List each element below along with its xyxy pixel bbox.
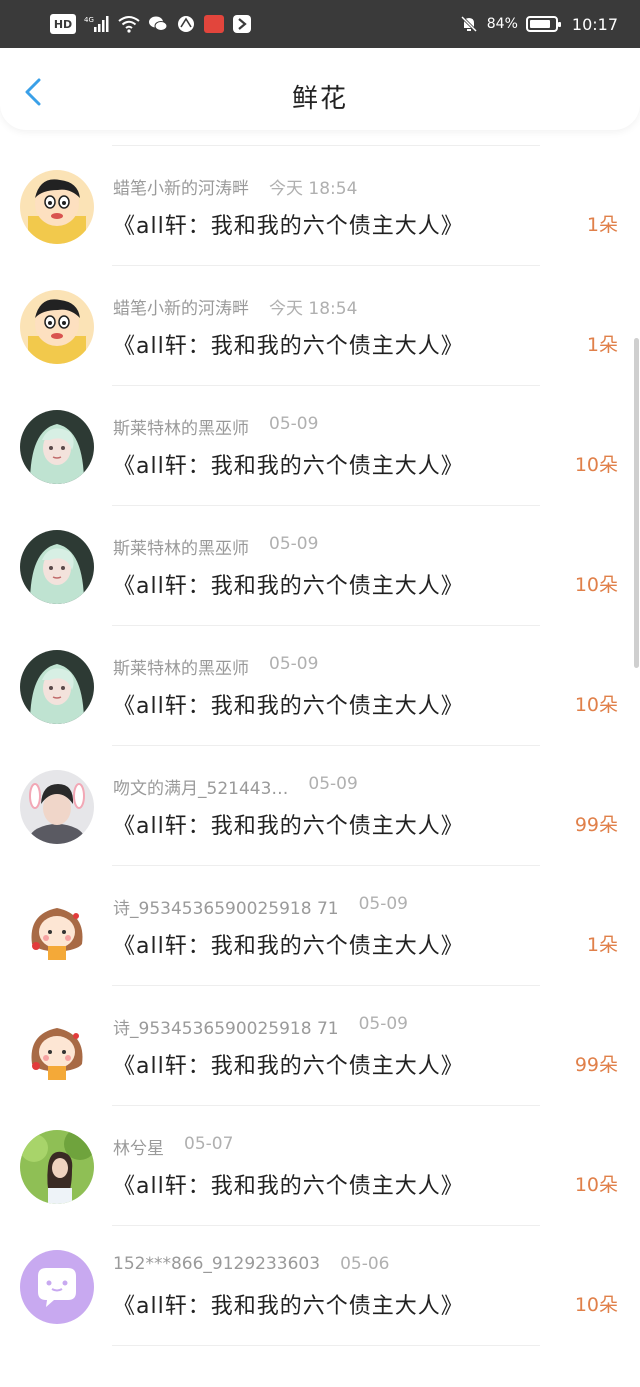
list-item[interactable]: 蜡笔小新的河涛畔今天 18:54 《all轩：我和我的六个债主大人》 1朵 bbox=[0, 266, 640, 386]
book-title[interactable]: 《all轩：我和我的六个债主大人》 bbox=[113, 1048, 464, 1080]
list-item[interactable]: 斯莱特林的黑巫师 05-09 《all轩：我和我的六个债主大人》 10朵 bbox=[0, 506, 640, 626]
timestamp: 05-09 bbox=[308, 774, 358, 794]
mute-icon bbox=[459, 14, 479, 34]
item-meta: 152***866_9129233603 05-06 bbox=[113, 1254, 389, 1274]
red-app-icon bbox=[204, 15, 224, 33]
book-title[interactable]: 《all轩：我和我的六个债主大人》 bbox=[113, 448, 464, 480]
list-item[interactable]: 林兮星 05-07 《all轩：我和我的六个债主大人》 10朵 bbox=[0, 1106, 640, 1226]
list-item[interactable]: 诗_9534536590025918 71 05-09 《all轩：我和我的六个债主… bbox=[0, 866, 640, 986]
item-meta: 斯莱特林的黑巫师 05-09 bbox=[113, 654, 318, 679]
flower-count: 1朵 bbox=[586, 934, 618, 956]
timestamp: 05-09 bbox=[358, 894, 408, 914]
clock: 10:17 bbox=[571, 14, 618, 34]
battery-percent: 84% bbox=[486, 16, 518, 32]
flower-count: 10朵 bbox=[574, 454, 618, 476]
item-meta: 林兮星 05-07 bbox=[113, 1134, 233, 1159]
item-meta: 斯莱特林的黑巫师 05-09 bbox=[113, 534, 318, 559]
item-meta: 蜡笔小新的河涛畔今天 18:54 bbox=[113, 294, 357, 319]
status-bar-left: HD 4G bbox=[50, 14, 252, 34]
gift-list-items: 蜡笔小新的河涛畔 今天 18:54 《all轩：我和我的六个债主大人》 1朵 蜡笔小新的… bbox=[0, 48, 640, 1346]
app-header: 鲜花 bbox=[0, 48, 640, 130]
book-title[interactable]: 《all轩：我和我的六个债主大人》 bbox=[113, 328, 464, 360]
browser-icon bbox=[176, 14, 196, 34]
sender-name[interactable]: 蜡笔小新的河涛畔 bbox=[113, 174, 249, 199]
book-title[interactable]: 《all轩：我和我的六个债主大人》 bbox=[113, 688, 464, 720]
sender-name[interactable]: 斯莱特林的黑巫师 bbox=[113, 654, 249, 679]
list-item[interactable]: 蜡笔小新的河涛畔今天 18:54 《all轩：我和我的六个债主大人》 1朵 bbox=[0, 146, 640, 266]
sender-name[interactable]: 斯莱特林的黑巫师 bbox=[113, 414, 249, 439]
book-title[interactable]: 《all轩：我和我的六个债主大人》 bbox=[113, 1288, 464, 1320]
avatar[interactable] bbox=[20, 530, 94, 604]
wechat-icon bbox=[148, 14, 168, 34]
list-item[interactable]: 诗_9534536590025918 71 05-09 《all轩：我和我的六个债主… bbox=[0, 986, 640, 1106]
item-meta: 斯莱特林的黑巫师 05-09 bbox=[113, 414, 318, 439]
sender-name[interactable]: 吻文的满月_521443… bbox=[113, 774, 288, 799]
timestamp: 05-09 bbox=[358, 1014, 408, 1034]
avatar[interactable] bbox=[20, 410, 94, 484]
list-item[interactable]: 斯莱特林的黑巫师 05-09 《all轩：我和我的六个债主大人》 10朵 bbox=[0, 386, 640, 506]
timestamp: 05-09 bbox=[269, 534, 319, 554]
scrollbar[interactable] bbox=[634, 338, 639, 668]
status-bar: HD 4G 84% 10:17 bbox=[0, 0, 640, 48]
page-title: 鲜花 bbox=[291, 84, 348, 114]
flower-count: 10朵 bbox=[574, 1174, 618, 1196]
item-meta: 诗_9534536590025918 71 05-09 bbox=[113, 894, 408, 919]
gift-list[interactable]: 蜡笔小新的河涛畔 今天 18:54 《all轩：我和我的六个债主大人》 1朵 蜡笔小新的… bbox=[0, 48, 640, 1387]
avatar[interactable] bbox=[20, 770, 94, 844]
list-item[interactable]: 斯莱特林的黑巫师 05-09 《all轩：我和我的六个债主大人》 10朵 bbox=[0, 626, 640, 746]
timestamp: 05-06 bbox=[340, 1254, 390, 1274]
flower-count: 99朵 bbox=[574, 1054, 618, 1076]
book-title[interactable]: 《all轩：我和我的六个债主大人》 bbox=[113, 928, 464, 960]
list-item[interactable]: 吻文的满月_521443… 05-09 《all轩：我和我的六个债主大人》 99朵 bbox=[0, 746, 640, 866]
avatar[interactable] bbox=[20, 170, 94, 244]
flower-count: 10朵 bbox=[574, 1294, 618, 1316]
avatar[interactable] bbox=[20, 290, 94, 364]
signal-icon: 4G bbox=[84, 14, 110, 34]
avatar[interactable] bbox=[20, 1010, 94, 1084]
book-title[interactable]: 《all轩：我和我的六个债主大人》 bbox=[113, 808, 464, 840]
item-meta: 吻文的满月_521443… 05-09 bbox=[113, 774, 358, 799]
status-bar-right: 84% 10:17 bbox=[459, 14, 618, 34]
avatar[interactable] bbox=[20, 1250, 94, 1324]
sender-name[interactable]: 诗_9534536590025918 71 bbox=[113, 894, 339, 919]
timestamp: 今天 18:54 bbox=[269, 179, 358, 199]
book-title[interactable]: 《all轩：我和我的六个债主大人》 bbox=[113, 208, 464, 240]
timestamp: 今天 18:54 bbox=[269, 299, 358, 319]
flower-count: 10朵 bbox=[574, 574, 618, 596]
sender-name[interactable]: 152***866_9129233603 bbox=[113, 1254, 320, 1274]
item-meta: 蜡笔小新的河涛畔今天 18:54 bbox=[113, 174, 357, 199]
sender-name[interactable]: 蜡笔小新的河涛畔 bbox=[113, 294, 249, 319]
book-title[interactable]: 《all轩：我和我的六个债主大人》 bbox=[113, 1168, 464, 1200]
sender-name[interactable]: 斯莱特林的黑巫师 bbox=[113, 534, 249, 559]
hd-icon: HD bbox=[50, 14, 76, 34]
timestamp: 05-09 bbox=[269, 654, 319, 674]
avatar[interactable] bbox=[20, 1130, 94, 1204]
flower-count: 10朵 bbox=[574, 694, 618, 716]
book-title[interactable]: 《all轩：我和我的六个债主大人》 bbox=[113, 568, 464, 600]
item-meta: 诗_9534536590025918 71 05-09 bbox=[113, 1014, 408, 1039]
battery-icon bbox=[525, 16, 561, 32]
timestamp: 05-07 bbox=[184, 1134, 234, 1154]
wifi-icon bbox=[118, 14, 140, 34]
app-icon bbox=[232, 14, 252, 34]
sender-name[interactable]: 林兮星 bbox=[113, 1134, 164, 1159]
sender-name[interactable]: 诗_9534536590025918 71 bbox=[113, 1014, 339, 1039]
avatar[interactable] bbox=[20, 890, 94, 964]
flower-count: 1朵 bbox=[586, 334, 618, 356]
flower-count: 1朵 bbox=[586, 214, 618, 236]
avatar[interactable] bbox=[20, 650, 94, 724]
network-label: 4G bbox=[84, 16, 94, 24]
list-item[interactable]: 152***866_9129233603 05-06 《all轩：我和我的六个债主大… bbox=[0, 1226, 640, 1346]
timestamp: 05-09 bbox=[269, 414, 319, 434]
flower-count: 99朵 bbox=[574, 814, 618, 836]
